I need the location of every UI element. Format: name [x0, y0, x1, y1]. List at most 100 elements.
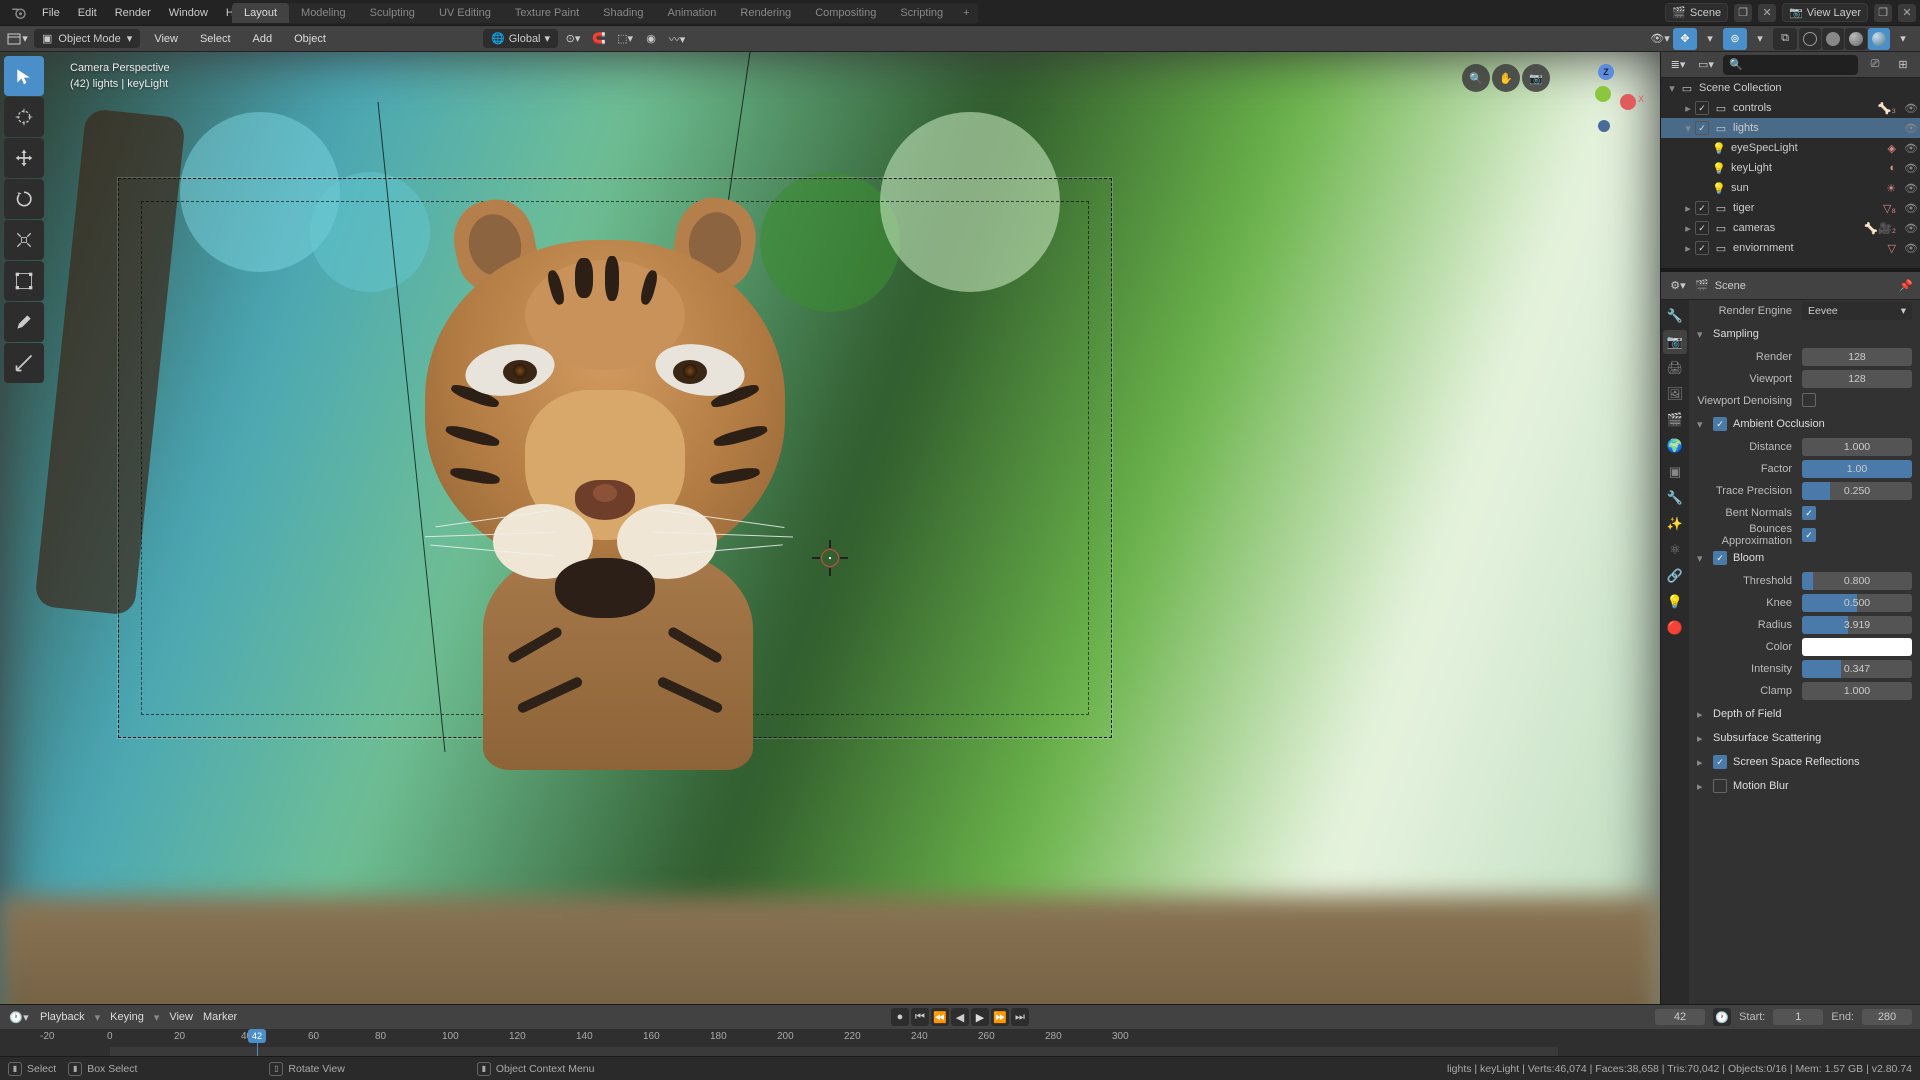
proportional-toggle[interactable]: ◉: [640, 28, 662, 50]
clock-icon[interactable]: 🕐: [1713, 1008, 1731, 1026]
zoom-button[interactable]: 🔍: [1462, 64, 1490, 92]
collection-toggle[interactable]: [1695, 221, 1709, 235]
tab-modifiers[interactable]: 🔧: [1663, 486, 1687, 510]
ao-factor[interactable]: 1.00: [1802, 460, 1912, 478]
visibility-eye-icon[interactable]: 👁: [1902, 222, 1920, 235]
outliner-item-keyLight[interactable]: 💡keyLight◐👁: [1661, 158, 1920, 178]
pin-icon[interactable]: 📌: [1898, 279, 1914, 292]
scene-selector[interactable]: 🎬 Scene: [1665, 3, 1728, 22]
tab-scripting[interactable]: Scripting: [888, 3, 955, 23]
sampling-viewport[interactable]: 128: [1802, 370, 1912, 388]
scene-new-button[interactable]: ❐: [1734, 4, 1752, 22]
proportional-falloff[interactable]: 〰▾: [666, 28, 688, 50]
outliner-new-collection[interactable]: ⊞: [1892, 54, 1914, 76]
mode-selector[interactable]: ▣ Object Mode ▾: [34, 29, 140, 48]
playhead[interactable]: 42: [248, 1029, 266, 1043]
outliner-item-controls[interactable]: ▸▭controls🦴₃👁: [1661, 98, 1920, 118]
3d-viewport[interactable]: Camera Perspective (42) lights | keyLigh…: [0, 52, 1660, 1056]
current-frame[interactable]: 42: [1655, 1009, 1705, 1025]
tab-constraints[interactable]: 🔗: [1663, 564, 1687, 588]
header-add[interactable]: Add: [245, 30, 281, 48]
panel-ao[interactable]: ▾Ambient Occlusion: [1689, 412, 1920, 436]
header-select[interactable]: Select: [192, 30, 239, 48]
shading-material[interactable]: [1845, 28, 1867, 50]
menu-render[interactable]: Render: [107, 3, 159, 23]
menu-edit[interactable]: Edit: [70, 3, 105, 23]
tab-physics[interactable]: ⚛: [1663, 538, 1687, 562]
gizmo-x-axis[interactable]: [1620, 94, 1636, 110]
tab-output[interactable]: 🖨: [1663, 356, 1687, 380]
tab-scene[interactable]: 🎬: [1663, 408, 1687, 432]
tool-rotate[interactable]: [4, 179, 44, 219]
play-reverse[interactable]: ◀: [951, 1008, 969, 1026]
outliner-item-tiger[interactable]: ▸▭tiger▽₈👁: [1661, 198, 1920, 218]
menu-window[interactable]: Window: [161, 3, 216, 23]
ao-enable[interactable]: [1713, 417, 1727, 431]
ao-bounces-check[interactable]: [1802, 528, 1816, 542]
tab-material[interactable]: 🔴: [1663, 616, 1687, 640]
tab-animation[interactable]: Animation: [656, 3, 729, 23]
bloom-intensity[interactable]: 0.347: [1802, 660, 1912, 678]
orbit-gizmo[interactable]: Z X: [1560, 58, 1650, 148]
end-frame[interactable]: 280: [1862, 1009, 1912, 1025]
panel-sampling[interactable]: ▾Sampling: [1689, 322, 1920, 346]
panel-sss[interactable]: ▸Subsurface Scattering: [1689, 726, 1920, 750]
tab-shading[interactable]: Shading: [591, 3, 655, 23]
visibility-eye-icon[interactable]: 👁: [1902, 102, 1920, 115]
tool-annotate[interactable]: [4, 302, 44, 342]
visibility-eye-icon[interactable]: 👁: [1902, 142, 1920, 155]
tab-layout[interactable]: Layout: [232, 3, 289, 23]
jump-start[interactable]: ⏮: [911, 1008, 929, 1026]
tl-playback[interactable]: Playback: [40, 1011, 85, 1023]
play[interactable]: ▶: [971, 1008, 989, 1026]
scene-delete-button[interactable]: ✕: [1758, 4, 1776, 22]
tool-transform[interactable]: [4, 261, 44, 301]
add-workspace-button[interactable]: +: [955, 3, 977, 23]
snap-toggle[interactable]: 🧲: [588, 28, 610, 50]
header-object[interactable]: Object: [286, 30, 334, 48]
visibility-eye-icon[interactable]: 👁: [1902, 242, 1920, 255]
panel-bloom[interactable]: ▾Bloom: [1689, 546, 1920, 570]
outliner-item-enviornment[interactable]: ▸▭enviornment▽👁: [1661, 238, 1920, 258]
bloom-color[interactable]: [1802, 638, 1912, 656]
outliner-item-sun[interactable]: 💡sun☀👁: [1661, 178, 1920, 198]
shading-rendered[interactable]: [1868, 28, 1890, 50]
viewlayer-delete-button[interactable]: ✕: [1898, 4, 1916, 22]
ao-bent-check[interactable]: [1802, 506, 1816, 520]
panel-ssr[interactable]: ▸Screen Space Reflections: [1689, 750, 1920, 774]
header-view[interactable]: View: [146, 30, 186, 48]
ao-distance[interactable]: 1.000: [1802, 438, 1912, 456]
gizmo-neg-z-axis[interactable]: [1598, 120, 1610, 132]
panel-dof[interactable]: ▸Depth of Field: [1689, 702, 1920, 726]
tl-marker[interactable]: Marker: [203, 1011, 237, 1023]
visibility-eye-icon[interactable]: 👁: [1902, 162, 1920, 175]
pan-button[interactable]: ✋: [1492, 64, 1520, 92]
tab-world[interactable]: 🌍: [1663, 434, 1687, 458]
gizmo-z-axis[interactable]: Z: [1598, 64, 1614, 80]
panel-mb[interactable]: ▸Motion Blur: [1689, 774, 1920, 798]
bloom-enable[interactable]: [1713, 551, 1727, 565]
tab-data[interactable]: 💡: [1663, 590, 1687, 614]
bloom-threshold[interactable]: 0.800: [1802, 572, 1912, 590]
menu-file[interactable]: File: [34, 3, 68, 23]
collection-toggle[interactable]: [1695, 201, 1709, 215]
snap-options[interactable]: ⬚▾: [614, 28, 636, 50]
bloom-clamp[interactable]: 1.000: [1802, 682, 1912, 700]
tab-tool[interactable]: 🔧: [1663, 304, 1687, 328]
bloom-knee[interactable]: 0.500: [1802, 594, 1912, 612]
timeline-ruler[interactable]: -200204060801001201401601802002202402602…: [0, 1029, 1920, 1057]
outliner-scene-collection[interactable]: ▾▭ Scene Collection: [1661, 78, 1920, 98]
gizmo-y-axis[interactable]: [1595, 86, 1611, 102]
outliner-display-mode[interactable]: ▭▾: [1695, 54, 1717, 76]
sampling-render[interactable]: 128: [1802, 348, 1912, 366]
tab-object[interactable]: ▣: [1663, 460, 1687, 484]
outliner-item-eyeSpecLight[interactable]: 💡eyeSpecLight◈👁: [1661, 138, 1920, 158]
viewport-denoise-check[interactable]: [1802, 393, 1816, 407]
start-frame[interactable]: 1: [1773, 1009, 1823, 1025]
tab-texture-paint[interactable]: Texture Paint: [503, 3, 591, 23]
ssr-enable[interactable]: [1713, 755, 1727, 769]
visibility-dropdown[interactable]: 👁▾: [1649, 28, 1671, 50]
pivot-icon[interactable]: ⊙▾: [562, 28, 584, 50]
tool-move[interactable]: [4, 138, 44, 178]
tab-rendering[interactable]: Rendering: [728, 3, 803, 23]
